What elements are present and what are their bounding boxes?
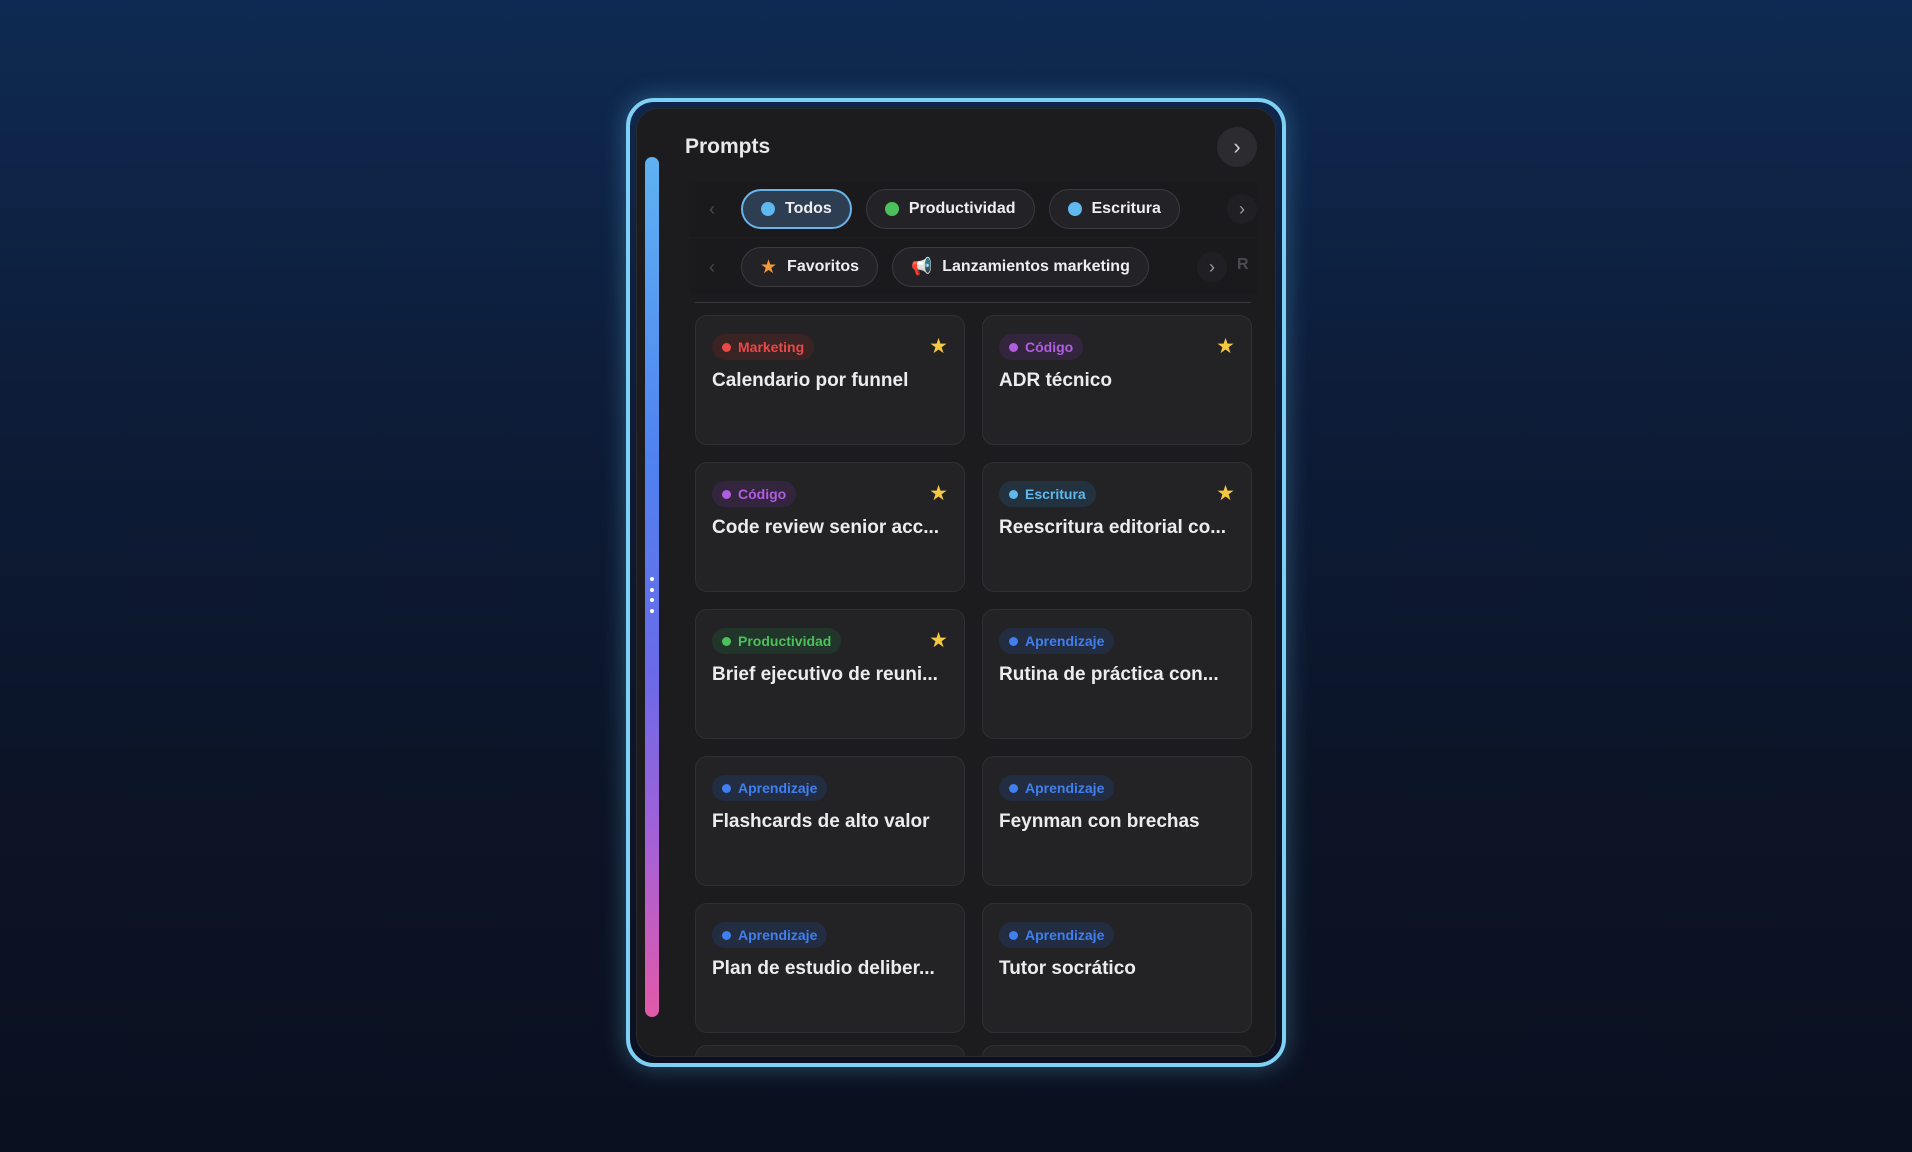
- prompt-card-title: Brief ejecutivo de reuni...: [712, 664, 938, 685]
- prompt-card[interactable]: Código ★ ADR técnico: [982, 315, 1252, 445]
- prompt-card-title: Tutor socrático: [999, 958, 1136, 979]
- prompt-card[interactable]: Código ★ Code review senior acc...: [695, 462, 965, 592]
- category-badge-label: Código: [1025, 339, 1074, 355]
- prompt-card[interactable]: Aprendizaje Plan de estudio deliber...: [695, 903, 965, 1033]
- category-badge: Aprendizaje: [999, 922, 1115, 948]
- category-dot-icon: [1009, 489, 1018, 499]
- favorite-star-icon[interactable]: ★: [1216, 481, 1235, 506]
- filter-chip-escritura[interactable]: Escritura: [1048, 189, 1180, 229]
- prompts-panel: Prompts › ‹ Todos Productividad Escritura …: [636, 108, 1276, 1057]
- category-filter-row: ‹ Todos Productividad Escritura ›: [689, 181, 1257, 237]
- category-badge-label: Escritura: [1025, 486, 1086, 502]
- category-dot-icon: [761, 202, 775, 216]
- category-dot-icon: [722, 342, 731, 352]
- category-dot-icon: [1009, 783, 1018, 793]
- scroll-left-icon[interactable]: ‹: [697, 252, 727, 282]
- collection-chip-label: Lanzamientos marketing: [942, 258, 1130, 275]
- prompt-card-title: Feynman con brechas: [999, 811, 1200, 832]
- category-badge: Aprendizaje: [999, 628, 1115, 654]
- category-dot-icon: [722, 636, 731, 646]
- category-dot-icon: [1009, 636, 1018, 646]
- prompt-card-title: Calendario por funnel: [712, 370, 909, 391]
- chevron-right-icon: ›: [1233, 134, 1241, 159]
- filter-chip-todos[interactable]: Todos: [741, 189, 852, 229]
- partial-collection-chip[interactable]: R: [1237, 256, 1249, 274]
- favorite-star-icon[interactable]: ★: [1216, 334, 1235, 359]
- category-dot-icon: [884, 202, 899, 216]
- prompt-card[interactable]: Marketing ★ Calendario por funnel: [695, 315, 965, 445]
- favorite-star-icon[interactable]: ★: [929, 481, 948, 506]
- prompt-card[interactable]: Productividad ★ Brief ejecutivo de reuni..…: [695, 609, 965, 739]
- star-icon: ★: [760, 256, 778, 278]
- prompt-card-title: Flashcards de alto valor: [712, 811, 930, 832]
- filter-chip-label: Todos: [785, 200, 832, 217]
- scroll-left-icon[interactable]: ‹: [697, 194, 727, 224]
- collapse-button[interactable]: ›: [1217, 127, 1257, 167]
- filter-chip-label: Productividad: [908, 200, 1016, 217]
- prompt-card[interactable]: Aprendizaje Tutor socrático: [982, 903, 1252, 1033]
- category-dot-icon: [1009, 342, 1018, 352]
- category-badge-label: Marketing: [738, 339, 805, 355]
- filter-chip-productividad[interactable]: Productividad: [865, 189, 1035, 229]
- category-badge: Escritura: [999, 481, 1096, 507]
- prompt-card-title: Rutina de práctica con...: [999, 664, 1219, 685]
- category-badge: Aprendizaje: [712, 775, 828, 801]
- category-dot-icon: [722, 489, 731, 499]
- category-badge: Aprendizaje: [712, 922, 828, 948]
- divider: [695, 302, 1251, 303]
- category-dot-icon: [1067, 202, 1082, 216]
- scroll-right-icon[interactable]: ›: [1197, 252, 1227, 282]
- panel-title: Prompts: [685, 135, 771, 158]
- grip-dots-icon: [650, 577, 654, 613]
- category-badge-label: Aprendizaje: [738, 927, 818, 943]
- prompt-card[interactable]: Aprendizaje Feynman con brechas: [982, 756, 1252, 886]
- category-badge-label: Aprendizaje: [1025, 633, 1105, 649]
- prompt-card-title: Reescritura editorial co...: [999, 517, 1227, 538]
- category-badge-label: Aprendizaje: [1025, 927, 1105, 943]
- category-badge: Código: [999, 334, 1084, 360]
- prompt-card-grid: Marketing ★ Calendario por funnel Código ★ AD…: [695, 315, 1253, 1033]
- prompt-card[interactable]: Aprendizaje Rutina de práctica con...: [982, 609, 1252, 739]
- scroll-right-icon[interactable]: ›: [1227, 194, 1257, 224]
- category-badge: Marketing: [712, 334, 815, 360]
- category-badge-label: Aprendizaje: [738, 780, 818, 796]
- category-badge: Aprendizaje: [999, 775, 1115, 801]
- resize-handle[interactable]: [645, 157, 659, 1017]
- favorite-star-icon[interactable]: ★: [929, 334, 948, 359]
- favorite-star-icon[interactable]: ★: [929, 628, 948, 653]
- prompt-card-title: Code review senior acc...: [712, 517, 940, 538]
- prompts-panel-frame: Prompts › ‹ Todos Productividad Escritura …: [626, 98, 1286, 1067]
- next-row-peek: [695, 1045, 1253, 1056]
- collection-chip-favoritos[interactable]: ★ Favoritos: [741, 247, 879, 287]
- category-badge-label: Productividad: [738, 633, 832, 649]
- prompt-card[interactable]: Aprendizaje Flashcards de alto valor: [695, 756, 965, 886]
- category-dot-icon: [722, 783, 731, 793]
- collection-chip-lanzamientos-marketing[interactable]: 📢 Lanzamientos marketing: [892, 247, 1149, 287]
- category-badge: Código: [712, 481, 797, 507]
- collection-filter-row: ‹ ★ Favoritos 📢 Lanzamientos marketing › R: [689, 239, 1257, 295]
- category-dot-icon: [722, 930, 731, 940]
- category-badge-label: Aprendizaje: [1025, 780, 1105, 796]
- megaphone-icon: 📢: [911, 257, 933, 276]
- category-dot-icon: [1009, 930, 1018, 940]
- prompt-card-title: ADR técnico: [999, 370, 1112, 391]
- category-badge-label: Código: [738, 486, 787, 502]
- prompt-card[interactable]: Escritura ★ Reescritura editorial co...: [982, 462, 1252, 592]
- panel-header: Prompts ›: [685, 125, 1257, 169]
- category-badge: Productividad: [712, 628, 842, 654]
- prompt-card-title: Plan de estudio deliber...: [712, 958, 935, 979]
- filter-chip-label: Escritura: [1091, 200, 1161, 217]
- collection-chip-label: Favoritos: [787, 258, 860, 275]
